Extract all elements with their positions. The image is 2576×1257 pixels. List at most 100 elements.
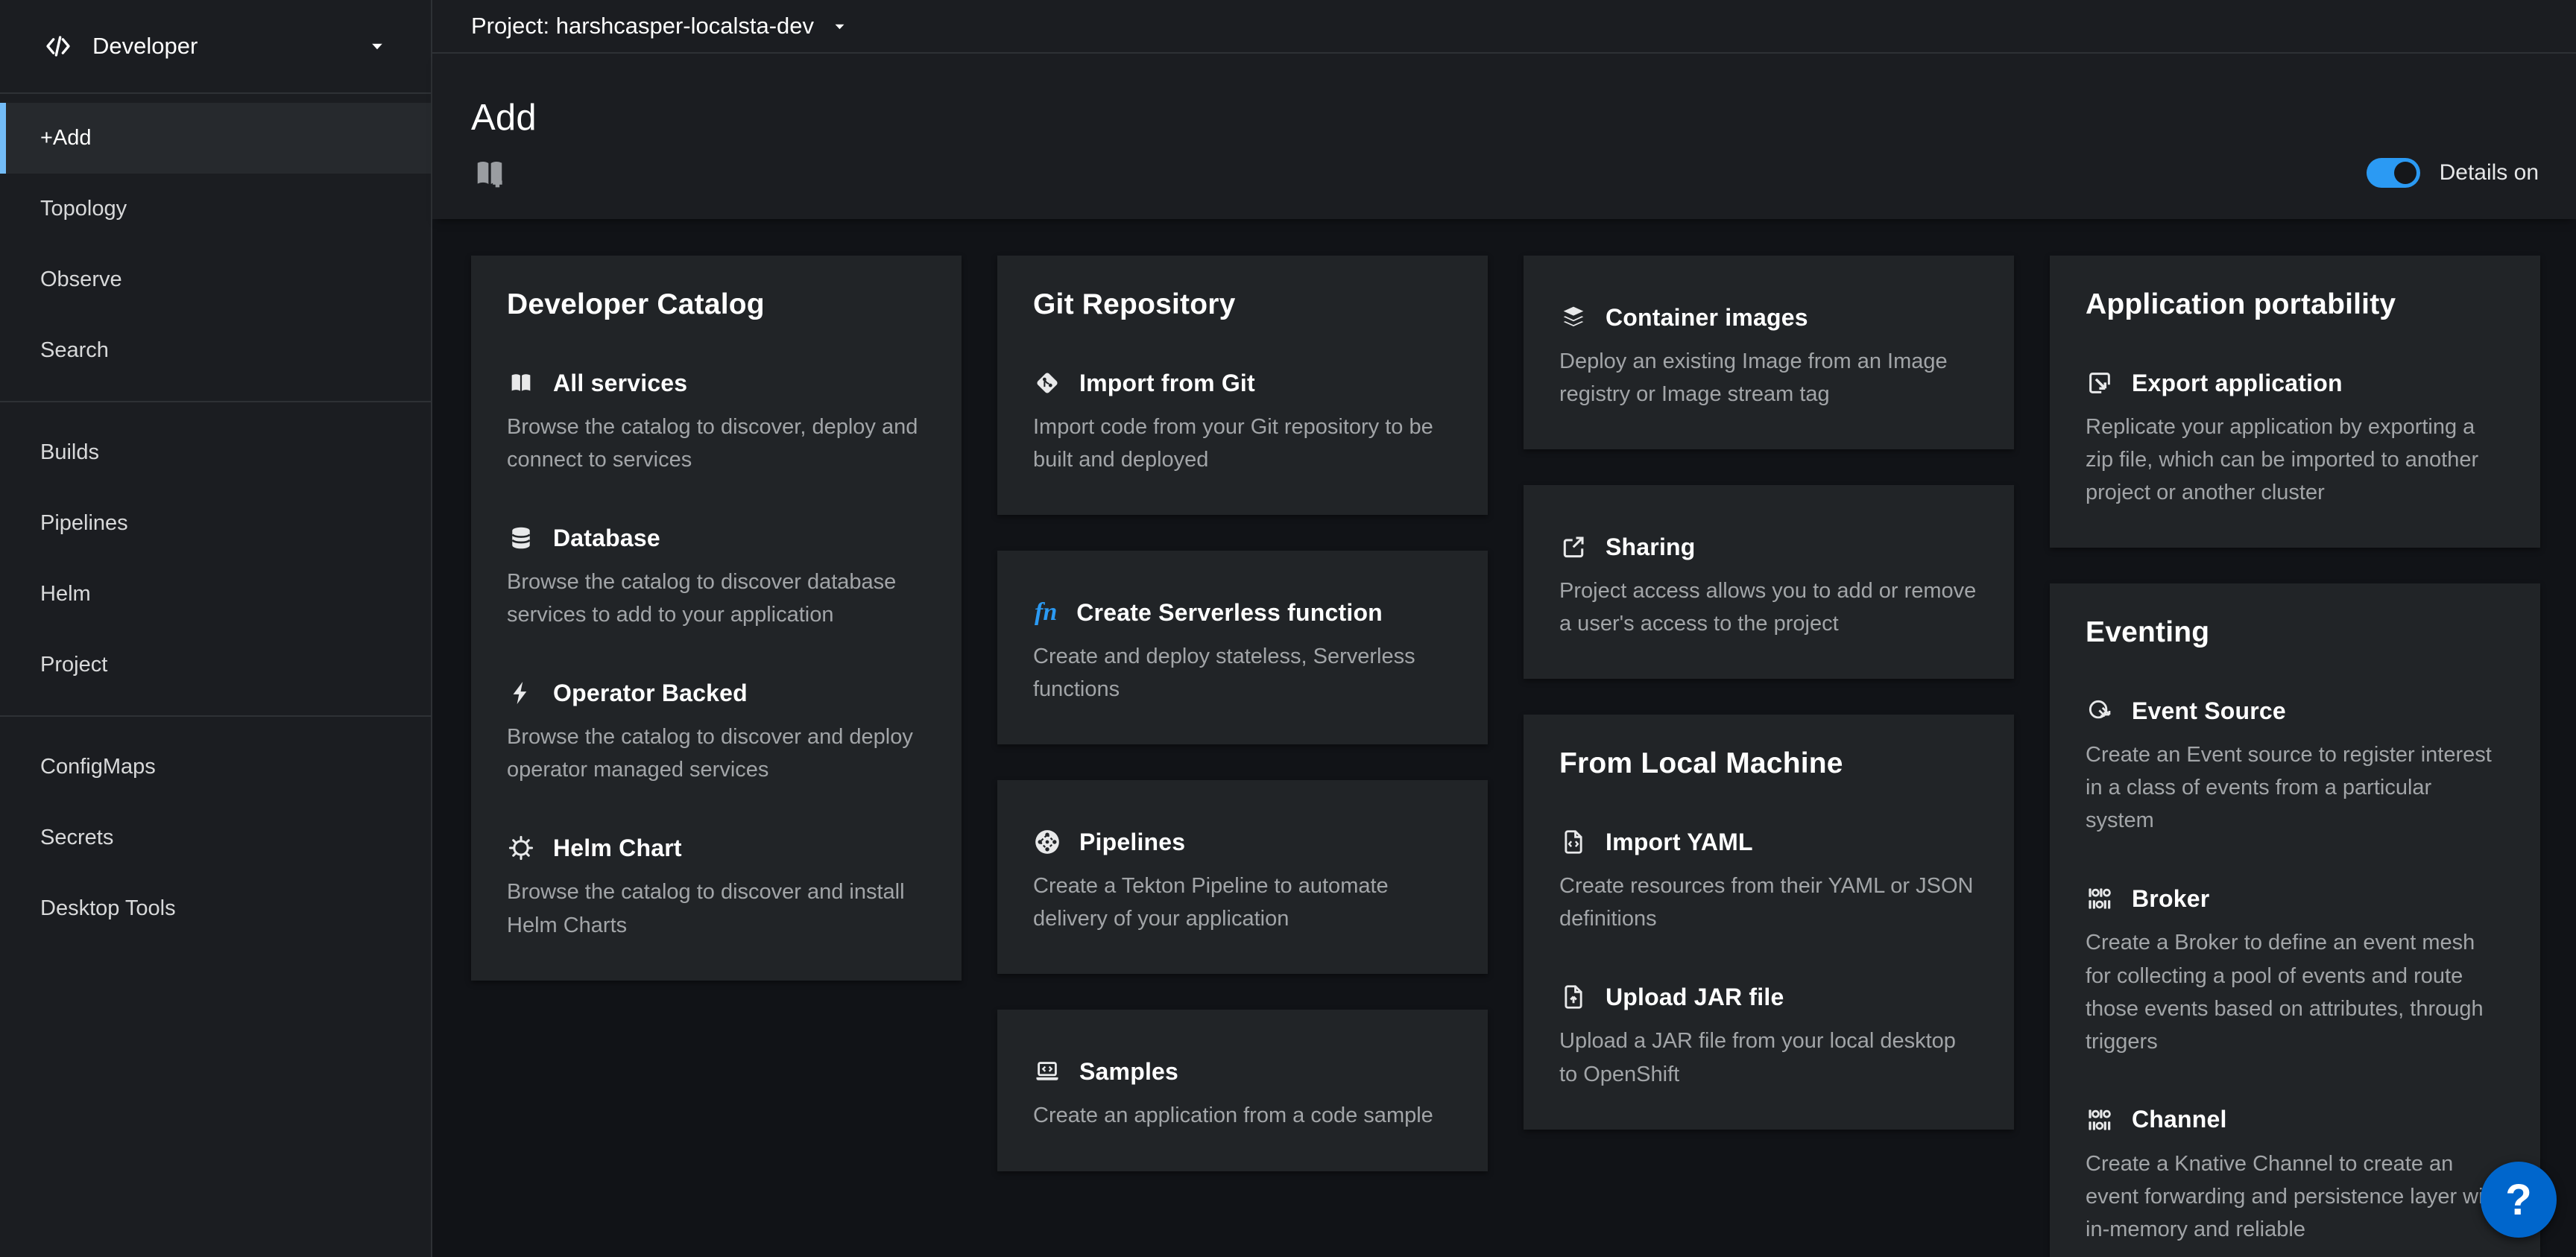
item-description: Create an Event source to register inter… [2086, 738, 2504, 837]
add-item-sharing: Sharing Project access allows you to add … [1559, 533, 1978, 640]
laptop-code-icon [1033, 1057, 1061, 1086]
file-code-icon [1559, 828, 1588, 856]
page-header-left: Add [471, 97, 537, 192]
card-application-portability: Application portability Export applicatio… [2050, 256, 2540, 548]
sidebar-item-search[interactable]: Search [0, 315, 431, 386]
card-samples: Samples Create an application from a code… [997, 1010, 1488, 1171]
sidebar-item-builds[interactable]: Builds [0, 417, 431, 488]
item-link-upload-jar-file[interactable]: Upload JAR file [1559, 983, 1978, 1011]
book-plus-icon [471, 155, 508, 192]
item-link-event-source[interactable]: Event Source [2086, 697, 2504, 725]
item-link-create-serverless-function[interactable]: fn Create Serverless function [1033, 598, 1452, 627]
chevron-down-icon [368, 37, 386, 55]
item-link-export-application[interactable]: Export application [2086, 369, 2504, 397]
item-link-sharing[interactable]: Sharing [1559, 533, 1978, 561]
add-item-import-from-git: Import from GitImport code from your Git… [1033, 369, 1452, 476]
add-item-broker: Broker Create a Broker to define an event… [2086, 884, 2504, 1057]
item-description: Create an application from a code sample [1033, 1099, 1452, 1132]
sidebar-item-project[interactable]: Project [0, 630, 431, 700]
sidebar-item-desktop-tools[interactable]: Desktop Tools [0, 873, 431, 944]
export-icon [2086, 369, 2114, 397]
chevron-down-icon [832, 19, 847, 34]
item-link-broker[interactable]: Broker [2086, 884, 2504, 913]
item-link-helm-chart[interactable]: Helm Chart [507, 834, 926, 862]
database-icon [507, 524, 535, 552]
card-eventing: Eventing Event Source Create an Event sour… [2050, 583, 2540, 1257]
grid-column-2: Git Repository Import from GitImport code… [997, 256, 1488, 1171]
share-icon [1559, 533, 1588, 561]
add-item-upload-jar-file: Upload JAR fileUpload a JAR file from yo… [1559, 983, 1978, 1090]
sidebar-group-divider [0, 715, 431, 717]
card-title: Application portability [2086, 288, 2504, 321]
item-link-database[interactable]: Database [507, 524, 926, 552]
sidebar-item-add[interactable]: +Add [0, 103, 431, 174]
card-title: Developer Catalog [507, 288, 926, 321]
page-header: Add Details on [432, 54, 2576, 219]
card-developer-catalog: Developer CatalogAll servicesBrowse the … [471, 256, 962, 981]
item-title: Import from Git [1079, 370, 1255, 397]
item-link-all-services[interactable]: All services [507, 369, 926, 397]
add-item-export-application: Export application Replicate your applica… [2086, 369, 2504, 509]
masthead: Project: harshcasper-localsta-dev [432, 0, 2576, 54]
pipelines-icon [1033, 828, 1061, 856]
item-link-container-images[interactable]: Container images [1559, 303, 1978, 332]
item-title: Pipelines [1079, 829, 1185, 856]
bolt-icon [507, 679, 535, 707]
item-title: Broker [2132, 885, 2209, 913]
item-description: Replicate your application by exporting … [2086, 411, 2504, 509]
project-selector-label: Project: harshcasper-localsta-dev [471, 13, 814, 39]
project-selector[interactable]: Project: harshcasper-localsta-dev [471, 13, 847, 39]
sidebar-item-configmaps[interactable]: ConfigMaps [0, 732, 431, 802]
quick-starts-button[interactable] [471, 155, 508, 192]
page-header-right: Details on [2367, 158, 2539, 192]
card-create-serverless-function: fnCreate Serverless functionCreate and d… [997, 551, 1488, 744]
item-title: Container images [1606, 304, 1808, 332]
helm-icon [507, 834, 535, 862]
details-toggle-label: Details on [2440, 160, 2539, 186]
item-link-samples[interactable]: Samples [1033, 1057, 1452, 1086]
item-link-channel[interactable]: Channel [2086, 1106, 2504, 1134]
item-title: Event Source [2132, 697, 2286, 725]
add-item-all-services: All servicesBrowse the catalog to discov… [507, 369, 926, 476]
perspective-label: Developer [92, 33, 198, 60]
toggle-knob [2394, 162, 2416, 184]
perspective-switcher[interactable]: Developer [0, 0, 431, 94]
item-description: Create resources from their YAML or JSON… [1559, 870, 1978, 935]
question-mark-icon: ? [2505, 1175, 2531, 1225]
sidebar-item-pipelines[interactable]: Pipelines [0, 488, 431, 559]
sidebar-item-secrets[interactable]: Secrets [0, 802, 431, 873]
card-from-local-machine: From Local Machine Import YAML Create reso… [1524, 715, 2014, 1129]
add-item-container-images: Container imagesDeploy an existing Image… [1559, 303, 1978, 411]
sidebar-item-helm[interactable]: Helm [0, 559, 431, 630]
add-item-pipelines: PipelinesCreate a Tekton Pipeline to aut… [1033, 828, 1452, 935]
add-item-helm-chart: Helm ChartBrowse the catalog to discover… [507, 834, 926, 941]
card-title: From Local Machine [1559, 747, 1978, 780]
item-title: Channel [2132, 1106, 2227, 1133]
item-title: All services [553, 370, 687, 397]
item-title: Operator Backed [553, 680, 748, 707]
item-title: Import YAML [1606, 829, 1753, 856]
item-title: Database [553, 525, 660, 552]
file-upload-icon [1559, 983, 1588, 1011]
card-title: Eventing [2086, 616, 2504, 649]
help-button[interactable]: ? [2481, 1162, 2557, 1238]
item-description: Browse the catalog to discover and deplo… [507, 721, 926, 786]
item-link-import-yaml[interactable]: Import YAML [1559, 828, 1978, 856]
fn-icon: fn [1033, 598, 1058, 627]
card-sharing: Sharing Project access allows you to add … [1524, 485, 2014, 679]
details-toggle[interactable] [2367, 158, 2420, 188]
cards-grid: Developer CatalogAll servicesBrowse the … [471, 256, 2540, 1257]
card-title: Git Repository [1033, 288, 1452, 321]
item-description: Create a Knative Channel to create an ev… [2086, 1147, 2504, 1246]
sidebar-item-topology[interactable]: Topology [0, 174, 431, 244]
item-link-pipelines[interactable]: Pipelines [1033, 828, 1452, 856]
add-item-database: DatabaseBrowse the catalog to discover d… [507, 524, 926, 631]
item-link-import-from-git[interactable]: Import from Git [1033, 369, 1452, 397]
item-description: Project access allows you to add or remo… [1559, 574, 1978, 640]
item-description: Create a Broker to define an event mesh … [2086, 926, 2504, 1057]
card-container-images: Container imagesDeploy an existing Image… [1524, 256, 2014, 449]
item-title: Create Serverless function [1076, 599, 1383, 627]
add-item-event-source: Event Source Create an Event source to re… [2086, 697, 2504, 837]
sidebar-item-observe[interactable]: Observe [0, 244, 431, 315]
item-link-operator-backed[interactable]: Operator Backed [507, 679, 926, 707]
